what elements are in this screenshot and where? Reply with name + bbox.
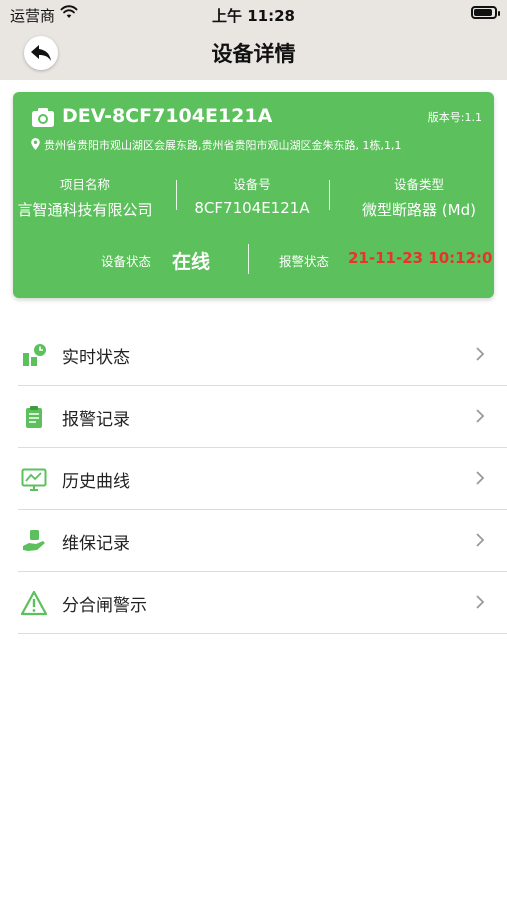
version-label: 版本号:1.1 [427, 111, 482, 124]
realtime-status-icon [23, 344, 46, 366]
clock: 上午 11:28 [212, 7, 295, 25]
device-no-info: 设备号 8CF7104E121A [178, 174, 326, 217]
info-divider [176, 180, 177, 210]
camera-icon [32, 108, 54, 127]
device-type-info: 设备类型 微型断路器 (Md) [343, 174, 494, 220]
battery-icon [471, 6, 500, 19]
chevron-right-icon [476, 595, 485, 609]
alarm-state-label: 报警状态 [279, 254, 330, 269]
device-no-value: 8CF7104E121A [194, 199, 310, 217]
device-state-value: 在线 [172, 251, 211, 273]
chevron-right-icon [476, 409, 485, 423]
device-type-value: 微型断路器 (Md) [362, 201, 476, 219]
project-info: 项目名称 言智通科技有限公司 [13, 174, 167, 220]
project-value: 言智通科技有限公司 [17, 201, 153, 219]
menu-item-history-curve[interactable]: 历史曲线 [18, 448, 507, 510]
maintenance-hand-icon [23, 530, 45, 551]
menu-item-realtime-status[interactable]: 实时状态 [18, 324, 507, 386]
menu-label: 分合闸警示 [62, 596, 147, 616]
menu-item-maintenance-records[interactable]: 维保记录 [18, 510, 507, 572]
menu-item-switch-warning[interactable]: 分合闸警示 [18, 572, 507, 634]
page-title: 设备详情 [211, 42, 296, 66]
device-card: DEV-8CF7104E121A 版本号:1.1 贵州省贵阳市观山湖区会展东路,… [13, 92, 494, 298]
menu-item-alarm-records[interactable]: 报警记录 [18, 386, 507, 448]
menu-label: 报警记录 [62, 410, 130, 430]
detail-menu: 实时状态 报警记录 历史曲线 维保记录 分合闸警示 [18, 324, 507, 634]
menu-label: 历史曲线 [62, 472, 130, 492]
project-label: 项目名称 [59, 177, 110, 192]
info-divider [329, 180, 330, 210]
chevron-right-icon [476, 533, 485, 547]
menu-label: 维保记录 [62, 534, 130, 554]
device-name: DEV-8CF7104E121A [62, 105, 273, 127]
device-address: 贵州省贵阳市观山湖区会展东路,贵州省贵阳市观山湖区金朱东路, 1栋,1,1 [44, 139, 402, 152]
device-type-label: 设备类型 [393, 177, 444, 192]
menu-label: 实时状态 [62, 348, 130, 368]
location-pin-icon [31, 138, 40, 150]
warning-triangle-icon [21, 590, 47, 616]
status-divider [248, 244, 249, 274]
clipboard-icon [26, 406, 42, 428]
alarm-state-value: 21-11-23 10:12:0 [348, 249, 493, 267]
device-no-label: 设备号 [233, 177, 271, 192]
chevron-right-icon [476, 347, 485, 361]
device-state-label: 设备状态 [101, 254, 152, 269]
status-bar: 运营商 上午 11:28 [0, 0, 507, 28]
top-bar: 运营商 上午 11:28 设备详情 [0, 0, 507, 80]
chevron-right-icon [476, 471, 485, 485]
monitor-chart-icon [21, 468, 47, 491]
